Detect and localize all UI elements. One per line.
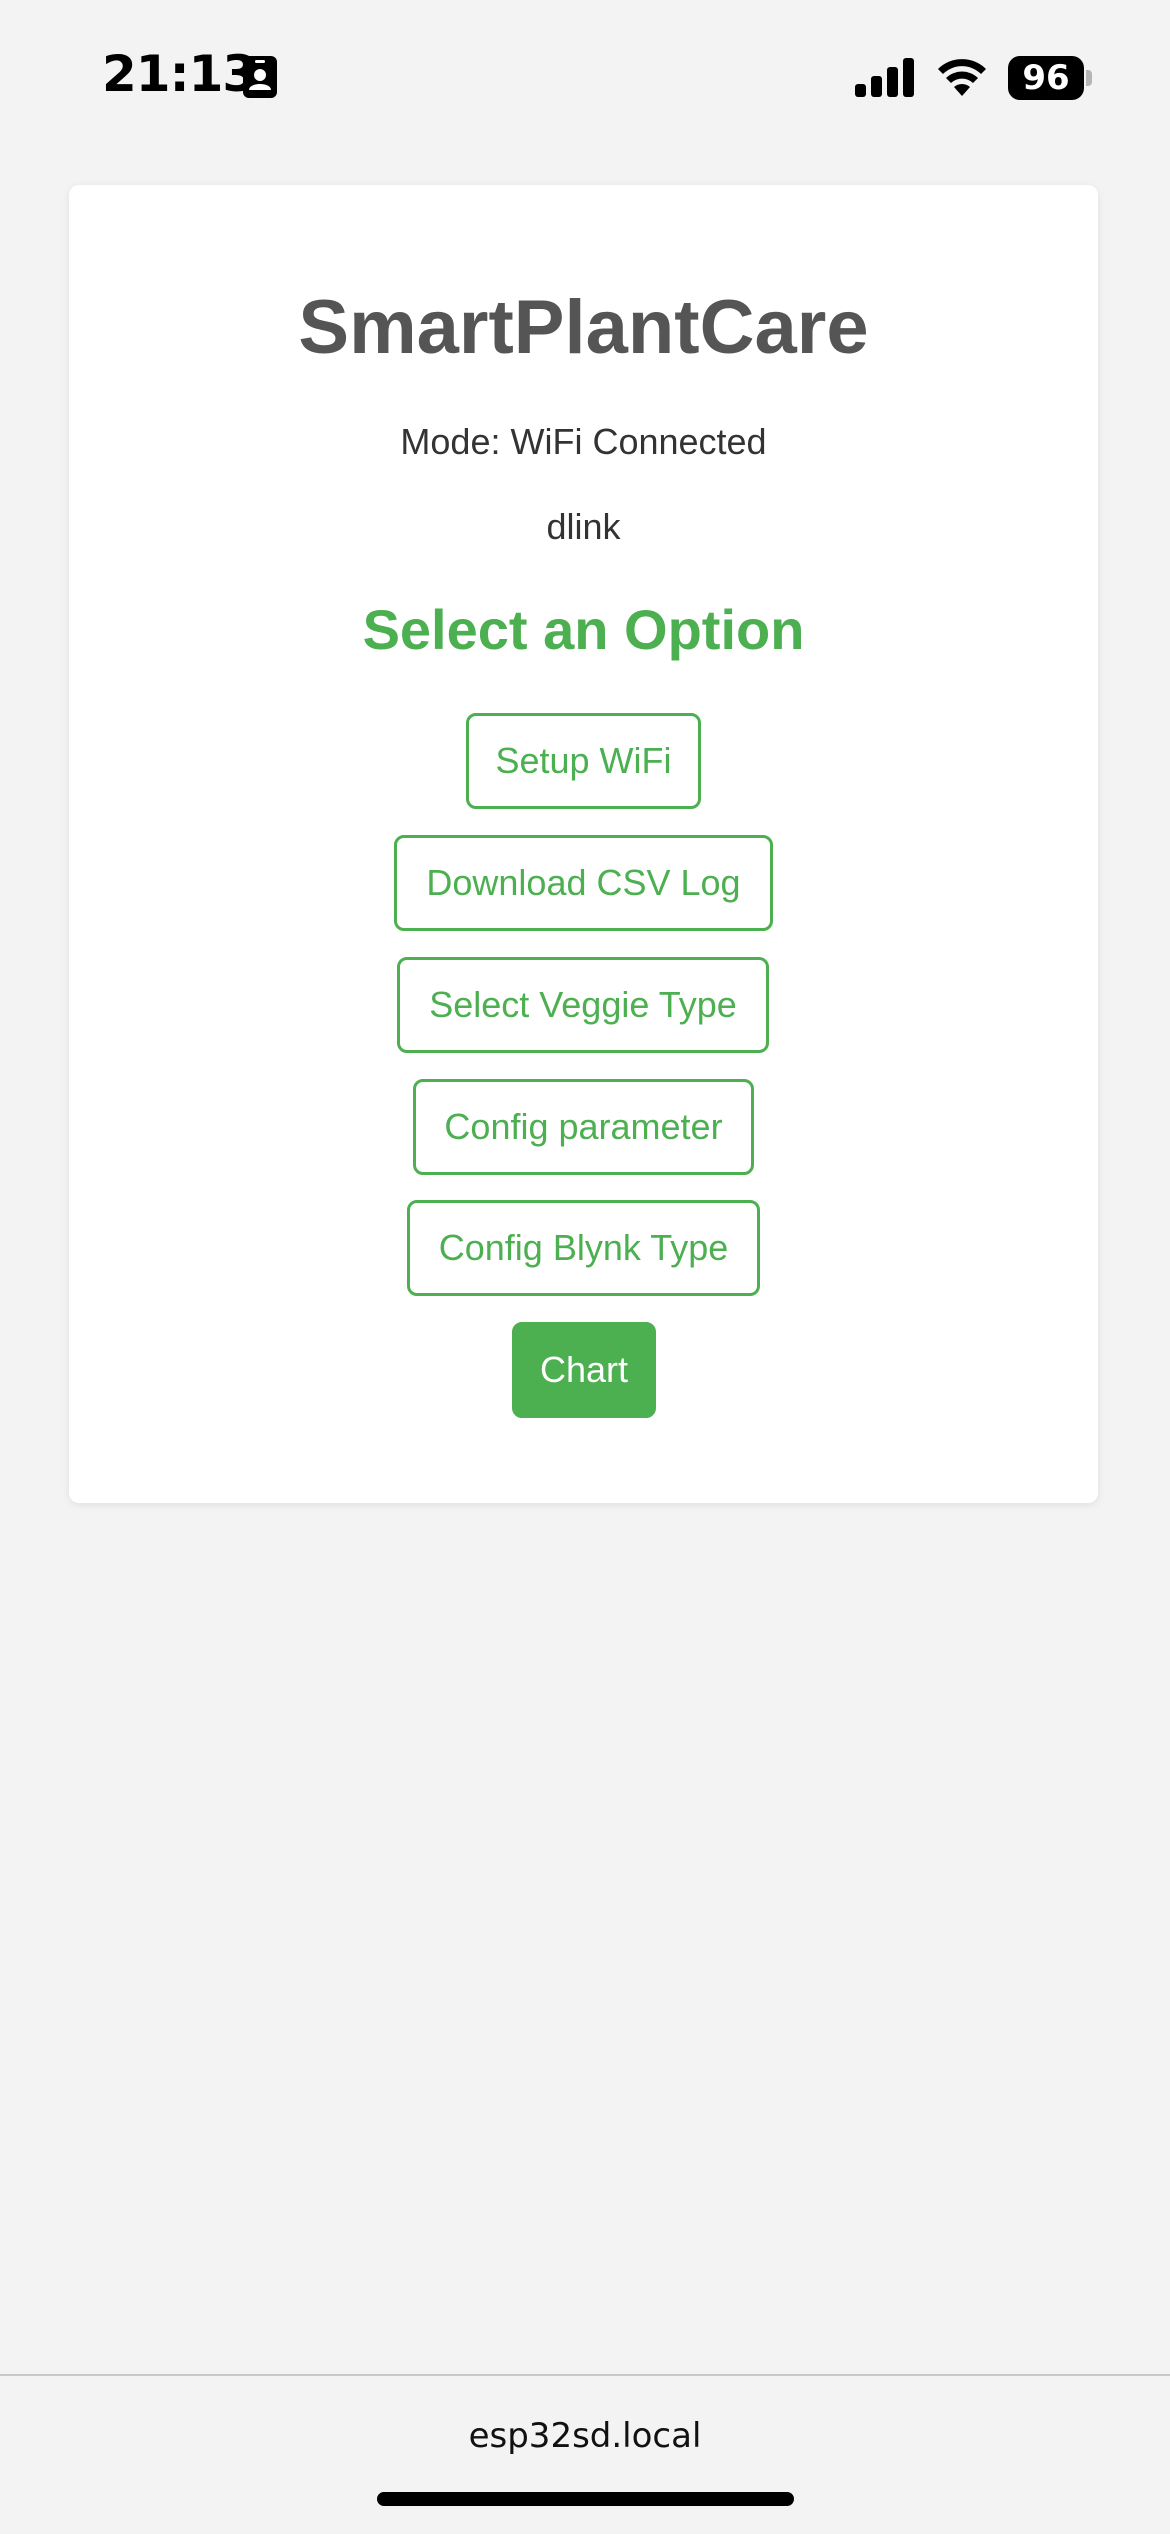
status-time: 21:13 — [102, 45, 257, 103]
wifi-ssid: dlink — [546, 506, 621, 547]
setup-wifi-button[interactable]: Setup WiFi — [466, 713, 701, 809]
contact-card-icon — [243, 56, 277, 98]
download-csv-button[interactable]: Download CSV Log — [394, 835, 773, 931]
url-text[interactable]: esp32sd.local — [0, 2416, 1170, 2456]
battery-cap — [1086, 70, 1092, 86]
signal-icon — [855, 58, 915, 98]
options-heading: Select an Option — [362, 598, 805, 661]
wifi-icon — [936, 56, 988, 98]
browser-url-bar[interactable]: esp32sd.local — [0, 2374, 1170, 2534]
battery-level: 96 — [1008, 56, 1084, 100]
page-title: SmartPlantCare — [298, 285, 869, 370]
battery-icon: 96 — [1008, 56, 1092, 100]
mode-status: Mode: WiFi Connected — [400, 421, 767, 462]
home-indicator[interactable] — [377, 2492, 794, 2506]
main-card: SmartPlantCare Mode: WiFi Connected dlin… — [69, 185, 1098, 1503]
status-bar: 21:13 96 — [0, 0, 1170, 150]
select-veggie-button[interactable]: Select Veggie Type — [397, 957, 769, 1053]
chart-button[interactable]: Chart — [512, 1322, 656, 1418]
config-parameter-button[interactable]: Config parameter — [413, 1079, 754, 1175]
config-blynk-button[interactable]: Config Blynk Type — [407, 1200, 760, 1296]
